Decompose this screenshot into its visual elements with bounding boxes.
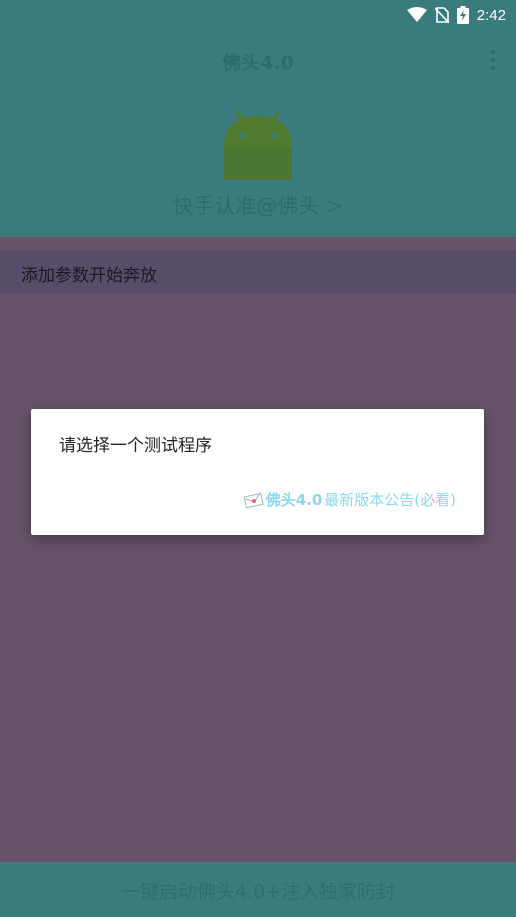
envelope-icon — [243, 491, 264, 508]
notice-link-bold: 佛头4.0 — [265, 491, 323, 509]
status-time: 2:42 — [476, 6, 506, 24]
launch-button[interactable]: 一键启动佛头4.0+注入独家防封 — [0, 862, 516, 917]
param-bar[interactable]: 添加参数开始奔放 — [0, 251, 516, 293]
kuaishou-link[interactable]: 快手认准@佛头 > — [0, 190, 516, 220]
notice-link[interactable]: 佛头4.0 最新版本公告(必看) — [243, 489, 456, 510]
notice-link-text: 最新版本公告(必看) — [324, 491, 456, 509]
app-title: 佛头4.0 — [222, 52, 294, 74]
status-bar: 2:42 — [0, 0, 516, 30]
more-vert-icon[interactable] — [490, 50, 496, 70]
status-icons: 2:42 — [406, 4, 506, 26]
no-sim-icon — [434, 7, 449, 23]
select-program-dialog: 请选择一个测试程序 佛头4.0 最新版本公告(必看) — [31, 409, 484, 535]
divider-strip — [0, 237, 516, 251]
android-icon — [224, 110, 292, 180]
dialog-title: 请选择一个测试程序 — [59, 436, 212, 456]
launch-button-label: 一键启动佛头4.0+注入独家防封 — [120, 881, 396, 903]
param-label: 添加参数开始奔放 — [21, 266, 157, 286]
battery-charging-icon — [456, 6, 469, 24]
wifi-icon — [406, 7, 427, 22]
app-header: 佛头4.0 快手认准@佛头 > — [0, 30, 516, 237]
